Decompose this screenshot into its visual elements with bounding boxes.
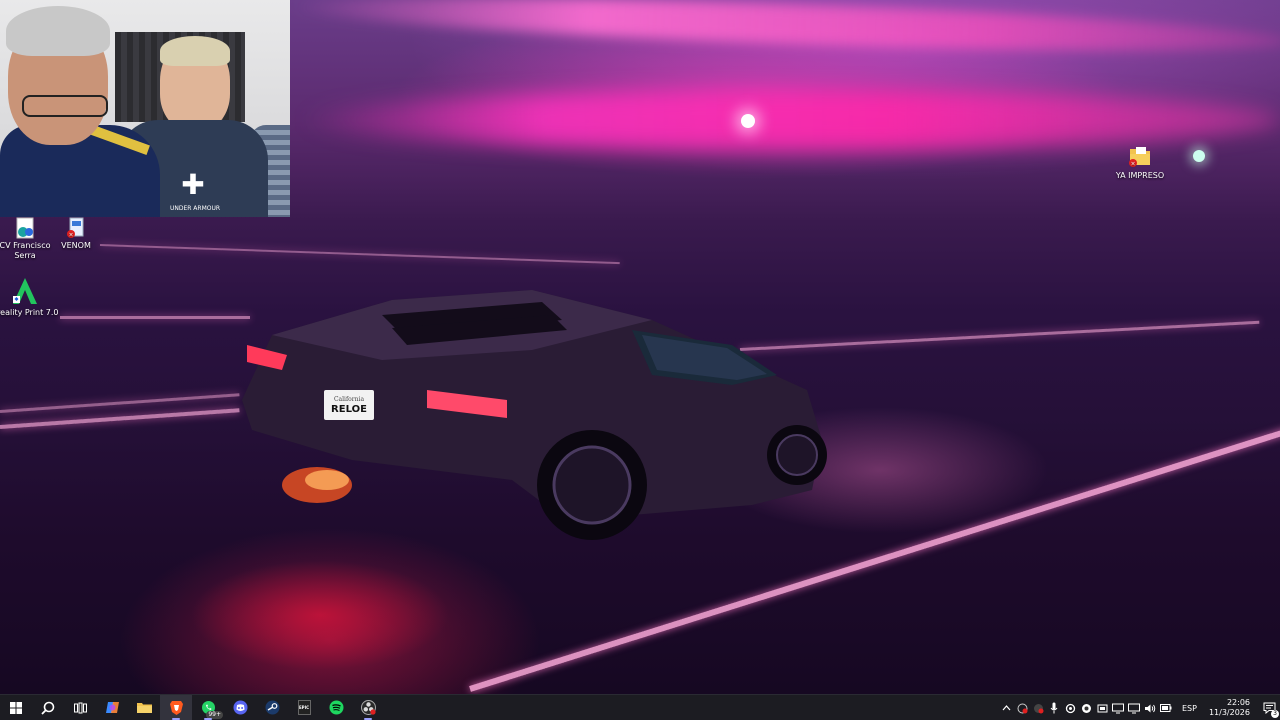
microphone-button[interactable]	[1046, 695, 1062, 720]
tray-app-icon[interactable]	[1014, 695, 1030, 720]
folder-icon: ×	[1129, 147, 1150, 168]
svg-text:×: ×	[68, 232, 73, 239]
notifications-button[interactable]: 3	[1258, 695, 1280, 720]
road-line	[0, 408, 240, 429]
red-reflection	[190, 560, 450, 670]
brave-icon	[169, 701, 183, 715]
spotify-button[interactable]	[320, 695, 352, 720]
folder-icon	[136, 703, 152, 713]
settings-app-icon	[1065, 703, 1075, 713]
spotify-icon	[329, 700, 343, 715]
task-view-icon	[73, 702, 87, 713]
creality-print-icon	[13, 278, 37, 304]
under-armour-logo: ✚	[181, 168, 205, 201]
street-light	[1193, 150, 1205, 162]
start-button[interactable]	[0, 695, 32, 720]
epic-games-button[interactable]: EPIC	[288, 695, 320, 720]
tablet-icon	[1097, 704, 1107, 712]
epic-label: EPIC	[298, 705, 310, 710]
network-icon	[1128, 703, 1140, 713]
discord-button[interactable]	[224, 695, 256, 720]
search-button[interactable]	[32, 695, 64, 720]
battery-button[interactable]	[1158, 695, 1174, 720]
volume-button[interactable]	[1142, 695, 1158, 720]
desktop-icon-label: Creality Print 7.0	[0, 308, 59, 317]
sports-car-illustration: California RELOE	[242, 290, 827, 540]
clock-date: 11/3/2026	[1208, 708, 1250, 717]
windows-icon	[10, 701, 22, 714]
network-button[interactable]	[1126, 695, 1142, 720]
discord-icon	[233, 700, 247, 715]
clock[interactable]: 22:06 11/3/2026	[1209, 698, 1250, 718]
app-record-icon	[1033, 703, 1043, 713]
plate-text: RELOE	[331, 404, 367, 415]
desktop-icon-creality-print[interactable]: Creality Print 7.0	[0, 276, 62, 318]
app-record-icon	[1017, 703, 1027, 713]
plate-top-text: California	[334, 396, 364, 403]
desktop-icon-ya-impreso[interactable]: × YA IMPRESO	[1103, 143, 1177, 181]
pdf-document-icon	[16, 217, 34, 239]
steam-button[interactable]	[256, 695, 288, 720]
notification-count: 3	[1271, 710, 1279, 718]
chevron-up-icon	[1002, 705, 1010, 711]
webcam-overlay: ✚ UNDER ARMOUR	[0, 0, 290, 217]
obs-button[interactable]	[352, 695, 384, 720]
clock-time: 22:06	[1226, 698, 1250, 707]
network-icon	[1112, 703, 1124, 713]
copilot-button[interactable]	[96, 695, 128, 720]
shirt-text: UNDER ARMOUR	[169, 205, 221, 212]
file-explorer-button[interactable]	[128, 695, 160, 720]
person-left-hair	[6, 6, 110, 56]
speaker-icon	[1145, 704, 1156, 712]
unread-badge: 99+	[206, 710, 223, 719]
neon-light-streak	[300, 90, 1280, 150]
neon-light-streak	[289, 0, 1280, 62]
tablet-mode-button[interactable]	[1094, 695, 1110, 720]
svg-text:×: ×	[1130, 161, 1135, 168]
road-line	[60, 316, 250, 319]
desktop-icon-label: YA IMPRESO	[1115, 171, 1165, 180]
taskbar: 99+ EPIC ESP 22:06 11/3/2026 3	[0, 694, 1280, 720]
show-hidden-icons-button[interactable]	[998, 695, 1014, 720]
desktop-icon-label: VENOM	[61, 241, 91, 250]
language-indicator[interactable]: ESP	[1182, 704, 1197, 713]
desktop-icon-venom[interactable]: × VENOM	[39, 217, 113, 251]
tray-app-icon[interactable]	[1030, 695, 1046, 720]
person-middle-hair	[160, 36, 230, 66]
tray-app-icon[interactable]	[1062, 695, 1078, 720]
road-line	[99, 244, 620, 265]
tray-app-icon[interactable]	[1078, 695, 1094, 720]
copilot-icon	[105, 702, 119, 713]
network-button[interactable]	[1110, 695, 1126, 720]
battery-icon	[1160, 704, 1172, 712]
brave-button[interactable]	[160, 694, 192, 720]
street-light	[741, 114, 755, 128]
task-view-button[interactable]	[64, 695, 96, 720]
document-icon: ×	[67, 217, 84, 239]
system-tray: ESP 22:06 11/3/2026 3	[998, 695, 1280, 720]
steam-icon	[265, 700, 279, 715]
game-app-icon	[1081, 703, 1091, 713]
epic-icon: EPIC	[297, 700, 311, 715]
microphone-icon	[1050, 702, 1058, 714]
glasses-icon	[22, 95, 108, 117]
obs-icon	[360, 700, 376, 715]
search-icon	[41, 701, 55, 715]
whatsapp-button[interactable]: 99+	[192, 695, 224, 720]
